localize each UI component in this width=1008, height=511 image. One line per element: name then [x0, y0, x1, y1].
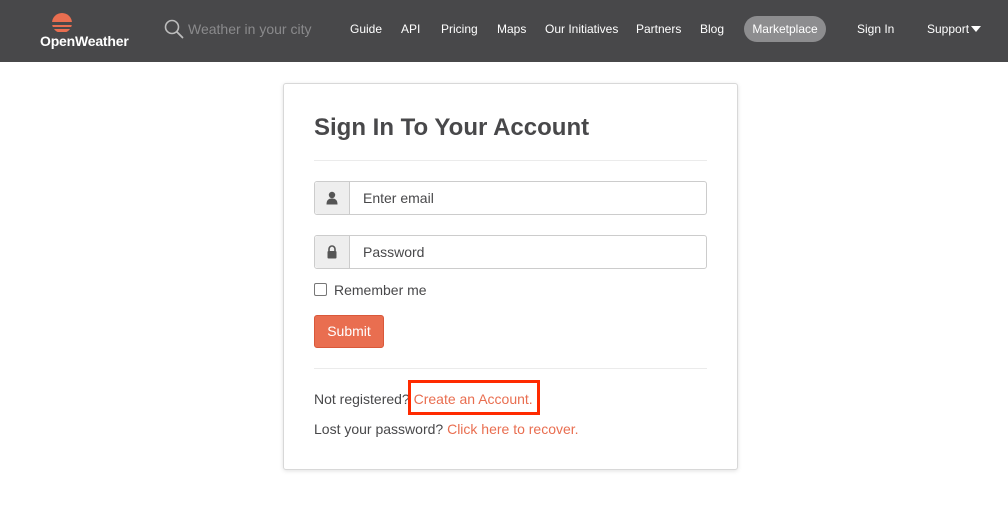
submit-button[interactable]: Submit	[314, 315, 384, 348]
remember-me-checkbox[interactable]	[314, 283, 327, 296]
lock-icon	[327, 245, 337, 259]
sign-in-card: Sign In To Your Account Remember me Subm…	[283, 83, 738, 470]
nav-sign-in[interactable]: Sign In	[857, 22, 894, 36]
lost-password-text: Lost your password?	[314, 421, 444, 437]
create-account-highlight	[408, 380, 540, 415]
user-icon	[326, 191, 338, 205]
nav-guide[interactable]: Guide	[350, 22, 382, 36]
nav-marketplace[interactable]: Marketplace	[744, 16, 826, 42]
nav-pricing[interactable]: Pricing	[441, 22, 478, 36]
email-field[interactable]	[351, 182, 706, 214]
password-field[interactable]	[351, 236, 706, 268]
title-divider	[314, 160, 707, 161]
nav-our-initiatives[interactable]: Our Initiatives	[545, 22, 618, 36]
not-registered-text: Not registered?	[314, 391, 410, 407]
nav-partners[interactable]: Partners	[636, 22, 681, 36]
password-addon	[315, 236, 350, 268]
nav-maps[interactable]: Maps	[497, 22, 526, 36]
recover-password-link[interactable]: Click here to recover.	[447, 421, 579, 437]
logo-wordmark: OpenWeather	[40, 33, 129, 49]
email-addon	[315, 182, 350, 214]
form-divider	[314, 368, 707, 369]
remember-me-label[interactable]: Remember me	[334, 282, 427, 298]
city-search-input[interactable]	[188, 17, 328, 41]
nav-api[interactable]: API	[401, 22, 420, 36]
caret-down-icon	[971, 26, 982, 32]
page-title: Sign In To Your Account	[314, 114, 590, 141]
nav-support-label: Support	[927, 22, 970, 36]
openweather-logo[interactable]: OpenWeather	[40, 8, 136, 54]
nav-support[interactable]: Support	[927, 22, 982, 36]
top-navbar: OpenWeather Guide API Pricing Maps Our I…	[0, 0, 1008, 62]
email-input-group	[314, 181, 707, 215]
nav-blog[interactable]: Blog	[700, 22, 724, 36]
search-icon[interactable]	[164, 19, 184, 39]
password-input-group	[314, 235, 707, 269]
recover-line: Lost your password? Click here to recove…	[314, 421, 579, 437]
